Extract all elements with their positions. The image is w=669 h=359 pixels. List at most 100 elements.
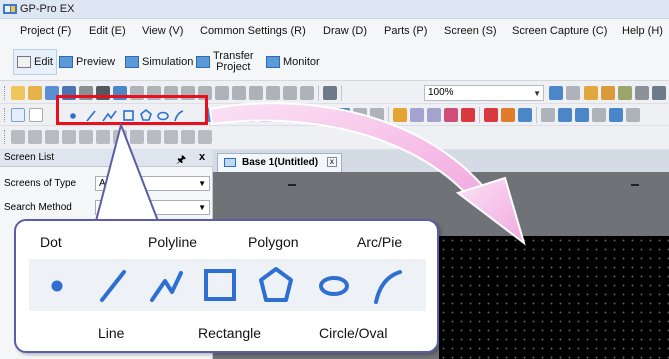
- tab-close-icon[interactable]: x: [326, 157, 337, 168]
- table-icon[interactable]: [241, 108, 255, 122]
- label-arc-pie: Arc/Pie: [357, 234, 403, 250]
- historical-icon[interactable]: [541, 108, 555, 122]
- keypad-icon[interactable]: [501, 108, 515, 122]
- group-icon[interactable]: [130, 130, 144, 144]
- polyline-tool-icon[interactable]: [146, 259, 190, 311]
- key-icon[interactable]: [652, 86, 666, 100]
- simulation-mode-icon: [125, 56, 139, 68]
- fill-icon[interactable]: [207, 108, 221, 122]
- menu-draw[interactable]: Draw (D): [323, 25, 367, 37]
- switch-icon[interactable]: [336, 108, 350, 122]
- sampling-icon[interactable]: [575, 108, 589, 122]
- menu-screen[interactable]: Screen (S): [444, 25, 497, 37]
- align-left-icon[interactable]: [11, 130, 25, 144]
- data-display-icon[interactable]: [370, 108, 384, 122]
- tab-base-1[interactable]: Base 1(Untitled) x: [217, 153, 342, 172]
- library-icon[interactable]: [618, 86, 632, 100]
- screen-list-title: Screen List: [4, 152, 55, 163]
- title-bar: GP-Pro EX: [0, 0, 669, 19]
- align-top-icon[interactable]: [28, 130, 42, 144]
- meter-icon[interactable]: [427, 108, 441, 122]
- flip-icon[interactable]: [113, 130, 127, 144]
- scale-icon[interactable]: [224, 108, 238, 122]
- select-pointer-icon[interactable]: [11, 108, 25, 122]
- snap-icon[interactable]: [566, 86, 580, 100]
- menu-project[interactable]: Project (F): [20, 25, 71, 37]
- message-icon[interactable]: [461, 108, 475, 122]
- bring-front-icon[interactable]: [164, 130, 178, 144]
- arc-tool-icon[interactable]: [366, 259, 410, 311]
- recipe-icon[interactable]: [558, 108, 572, 122]
- rotate-icon[interactable]: [96, 130, 110, 144]
- marker-icon[interactable]: [258, 108, 272, 122]
- drawing-tools-callout: Dot Polyline Polygon Arc/Pie Line Rectan…: [14, 219, 439, 353]
- shape-tools-strip: [29, 259, 426, 311]
- menu-screen-capture[interactable]: Screen Capture (C): [512, 25, 607, 37]
- edit-mode-button[interactable]: Edit: [13, 49, 57, 75]
- menu-common-settings[interactable]: Common Settings (R): [200, 25, 306, 37]
- paste-format-icon[interactable]: [266, 86, 280, 100]
- search-method-select[interactable]: ▼: [95, 200, 210, 215]
- minimize-icon-2[interactable]: [631, 184, 639, 186]
- lock-icon[interactable]: [198, 130, 212, 144]
- send-back-icon[interactable]: [181, 130, 195, 144]
- text-icon[interactable]: [29, 108, 43, 122]
- close-icon[interactable]: x: [199, 151, 205, 163]
- search-method-label: Search Method: [4, 202, 72, 213]
- document-icon[interactable]: [635, 86, 649, 100]
- picture-icon[interactable]: [518, 108, 532, 122]
- transfer-project-icon: [196, 56, 210, 68]
- ungroup-icon[interactable]: [147, 130, 161, 144]
- mode-toolbar: Edit Preview Simulation Transfer Project …: [0, 43, 669, 81]
- screens-of-type-label: Screens of Type: [4, 178, 77, 189]
- memo-icon[interactable]: [313, 108, 327, 122]
- file-manager-icon[interactable]: [609, 108, 623, 122]
- lamp-icon[interactable]: [353, 108, 367, 122]
- document-tab-strip: Base 1(Untitled) x: [213, 150, 669, 172]
- dot-tool-icon[interactable]: [35, 259, 79, 311]
- circle-tool-icon[interactable]: [312, 259, 356, 311]
- pin-icon[interactable]: 🖈: [176, 151, 186, 170]
- minimize-icon[interactable]: [288, 184, 296, 186]
- preview-mode-button[interactable]: Preview: [59, 49, 115, 75]
- transfer-project-button[interactable]: Transfer Project: [196, 49, 254, 75]
- symbol-icon[interactable]: [601, 86, 615, 100]
- monitor-mode-icon: [266, 56, 280, 68]
- comment-icon[interactable]: [296, 108, 310, 122]
- check-icon[interactable]: [323, 86, 337, 100]
- window-icon[interactable]: [484, 108, 498, 122]
- distribute-icon[interactable]: [62, 130, 76, 144]
- trend-graph-icon[interactable]: [410, 108, 424, 122]
- grid-icon[interactable]: [549, 86, 563, 100]
- menu-help[interactable]: Help (H): [622, 25, 663, 37]
- properties-icon[interactable]: [283, 86, 297, 100]
- monitor-mode-button[interactable]: Monitor: [266, 49, 320, 75]
- screen-canvas[interactable]: [439, 236, 669, 359]
- label-polygon: Polygon: [248, 234, 299, 250]
- open-icon[interactable]: [28, 86, 42, 100]
- refresh-icon[interactable]: [215, 86, 229, 100]
- address-icon[interactable]: [584, 86, 598, 100]
- video-icon[interactable]: [592, 108, 606, 122]
- menu-view[interactable]: View (V): [142, 25, 183, 37]
- new-icon[interactable]: [11, 86, 25, 100]
- clear-icon[interactable]: [300, 86, 314, 100]
- bar-graph-icon[interactable]: [393, 108, 407, 122]
- gp-pro-ex-window: GP-Pro EX Project (F) Edit (E) View (V) …: [0, 0, 669, 359]
- menu-parts[interactable]: Parts (P): [384, 25, 427, 37]
- line-tool-icon[interactable]: [91, 259, 135, 311]
- rectangle-tool-icon[interactable]: [198, 259, 242, 311]
- edit-mode-icon: [17, 56, 31, 68]
- zoom-select[interactable]: 100% ▼: [424, 85, 544, 101]
- screens-of-type-select[interactable]: All ▼: [95, 176, 210, 191]
- align-center-icon[interactable]: [45, 130, 59, 144]
- alarm-icon[interactable]: [444, 108, 458, 122]
- draw-tools-highlight: [56, 95, 208, 125]
- copy-format-icon[interactable]: [249, 86, 263, 100]
- zoom-icon[interactable]: [232, 86, 246, 100]
- simulation-mode-button[interactable]: Simulation: [125, 49, 193, 75]
- same-size-icon[interactable]: [79, 130, 93, 144]
- more-tools-icon[interactable]: [626, 108, 640, 122]
- polygon-tool-icon[interactable]: [254, 259, 298, 311]
- menu-edit[interactable]: Edit (E): [89, 25, 126, 37]
